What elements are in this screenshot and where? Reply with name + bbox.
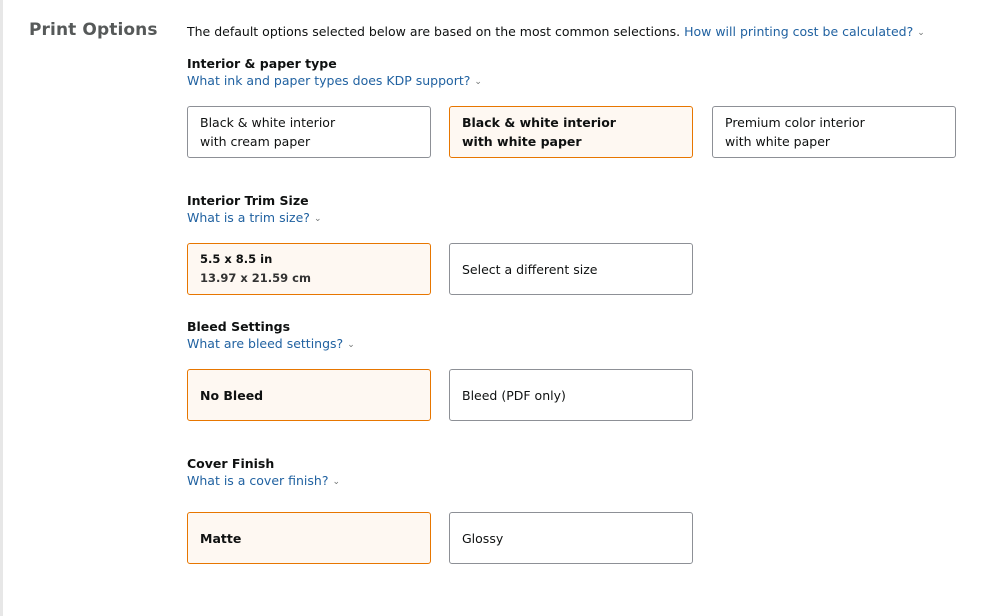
interior-paper-type-label: Interior & paper type <box>187 56 337 71</box>
option-line1: Glossy <box>462 530 504 546</box>
option-line1: No Bleed <box>200 387 264 403</box>
option-line1: Select a different size <box>462 261 598 277</box>
option-matte[interactable]: Matte <box>187 512 431 564</box>
left-rail <box>0 0 3 616</box>
printing-cost-link[interactable]: How will printing cost be calculated? ⌄ <box>684 24 925 39</box>
option-bw-cream[interactable]: Black & white interior with cream paper <box>187 106 431 158</box>
option-line1: Matte <box>200 530 242 546</box>
option-line2: with white paper <box>462 134 582 149</box>
option-line2: 13.97 x 21.59 cm <box>200 271 311 285</box>
trim-help: What is a trim size? ⌄ <box>187 210 322 225</box>
option-line1: Black & white interior <box>462 115 616 130</box>
page-title: Print Options <box>29 20 158 40</box>
option-glossy[interactable]: Glossy <box>449 512 693 564</box>
chevron-down-icon: ⌄ <box>474 77 482 87</box>
option-line1: Black & white interior <box>200 115 336 130</box>
chevron-down-icon: ⌄ <box>313 214 322 224</box>
trim-size-label: Interior Trim Size <box>187 193 309 208</box>
option-select-different-size[interactable]: Select a different size <box>449 243 693 295</box>
intro-description: The default options selected below are b… <box>187 24 681 39</box>
chevron-down-icon: ⌄ <box>347 340 355 350</box>
cover-help: What is a cover finish? ⌄ <box>187 473 340 488</box>
bleed-settings-link[interactable]: What are bleed settings? ⌄ <box>187 336 355 351</box>
option-line2: with white paper <box>725 134 831 149</box>
option-line1: 5.5 x 8.5 in <box>200 252 273 266</box>
option-premium-color[interactable]: Premium color interior with white paper <box>712 106 956 158</box>
option-line2: with cream paper <box>200 134 311 149</box>
intro-text: The default options selected below are b… <box>187 24 925 39</box>
bleed-help: What are bleed settings? ⌄ <box>187 336 355 351</box>
interior-help: What ink and paper types does KDP suppor… <box>187 73 482 88</box>
ink-paper-types-link[interactable]: What ink and paper types does KDP suppor… <box>187 73 482 88</box>
option-bw-white[interactable]: Black & white interior with white paper <box>449 106 693 158</box>
option-bleed-pdf[interactable]: Bleed (PDF only) <box>449 369 693 421</box>
cover-finish-label: Cover Finish <box>187 456 275 471</box>
option-trim-5-5x8-5[interactable]: 5.5 x 8.5 in 13.97 x 21.59 cm <box>187 243 431 295</box>
cover-finish-link[interactable]: What is a cover finish? ⌄ <box>187 473 340 488</box>
trim-size-link[interactable]: What is a trim size? ⌄ <box>187 210 322 225</box>
option-no-bleed[interactable]: No Bleed <box>187 369 431 421</box>
chevron-down-icon: ⌄ <box>332 477 341 487</box>
option-line1: Premium color interior <box>725 115 865 130</box>
option-line1: Bleed (PDF only) <box>462 387 566 403</box>
chevron-down-icon: ⌄ <box>917 28 925 38</box>
bleed-settings-label: Bleed Settings <box>187 319 291 334</box>
